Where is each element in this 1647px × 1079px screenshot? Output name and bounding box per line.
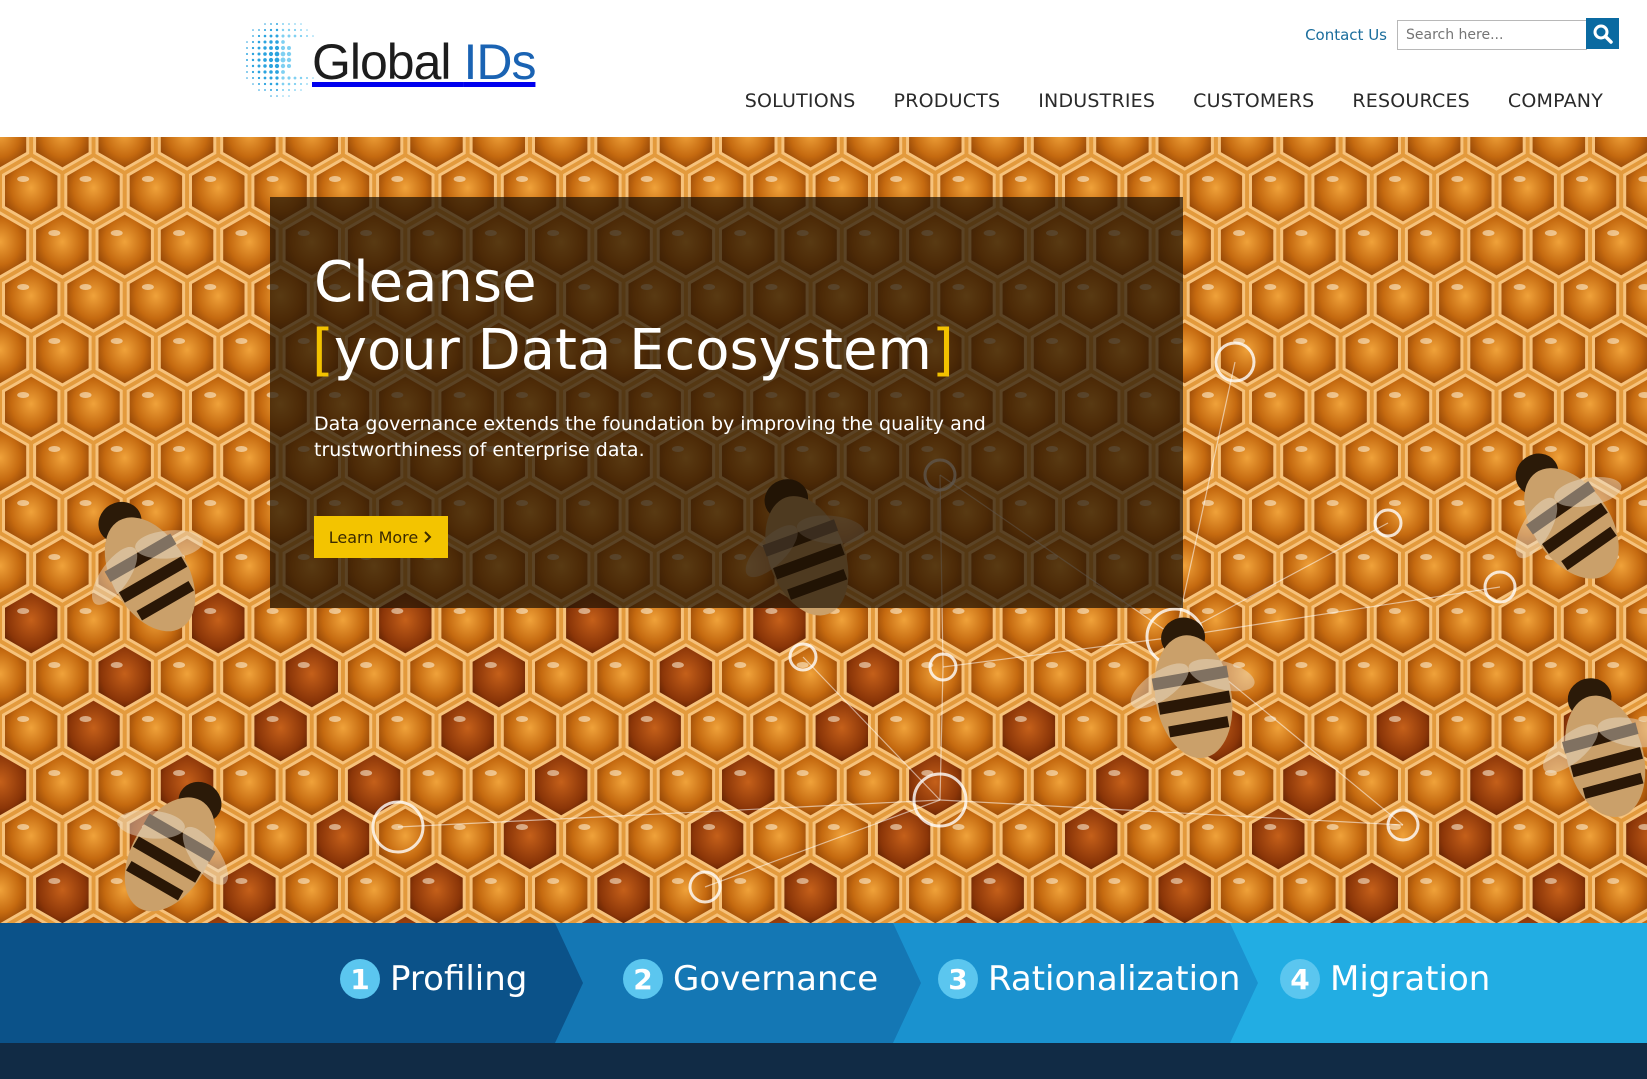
- nav-company[interactable]: COMPANY: [1508, 90, 1603, 112]
- step-number-badge: 1: [340, 959, 380, 999]
- process-steps-bar: 1 Profiling 2 Governance 3 Rationalizati…: [0, 923, 1647, 1043]
- logo[interactable]: Global IDs: [240, 8, 580, 108]
- step-rationalization[interactable]: 3 Rationalization: [938, 959, 1240, 999]
- hero-description: Data governance extends the foundation b…: [314, 413, 986, 461]
- nav-customers[interactable]: CUSTOMERS: [1193, 90, 1314, 112]
- search-button[interactable]: [1586, 18, 1619, 49]
- contact-us-link[interactable]: Contact Us: [1305, 26, 1387, 44]
- step-governance[interactable]: 2 Governance: [623, 959, 878, 999]
- step-label: Rationalization: [988, 959, 1241, 999]
- search-input[interactable]: [1397, 20, 1587, 50]
- globe-logo-icon: [246, 23, 314, 97]
- step-number-badge: 4: [1280, 959, 1320, 999]
- open-bracket: [: [312, 318, 334, 383]
- step-label: Migration: [1330, 959, 1491, 999]
- step-label: Profiling: [390, 959, 528, 999]
- nav-solutions[interactable]: SOLUTIONS: [745, 90, 856, 112]
- learn-more-button[interactable]: Learn More: [314, 516, 448, 558]
- step-number-badge: 3: [938, 959, 978, 999]
- search-icon: [1593, 24, 1613, 44]
- step-number-badge: 2: [623, 959, 663, 999]
- step-migration[interactable]: 4 Migration: [1280, 959, 1490, 999]
- logo-text: Global IDs: [312, 34, 536, 90]
- hero-banner: Cleanse [your Data Ecosystem] Data gover…: [0, 137, 1647, 923]
- step-profiling[interactable]: 1 Profiling: [340, 959, 527, 999]
- nav-products[interactable]: PRODUCTS: [894, 90, 1001, 112]
- nav-resources[interactable]: RESOURCES: [1352, 90, 1470, 112]
- close-bracket: ]: [931, 318, 954, 383]
- footer-band: [0, 1043, 1647, 1079]
- main-nav: SOLUTIONS PRODUCTS INDUSTRIES CUSTOMERS …: [745, 90, 1603, 112]
- step-label: Governance: [673, 959, 879, 999]
- chevron-right-icon: [424, 531, 432, 543]
- nav-industries[interactable]: INDUSTRIES: [1038, 90, 1155, 112]
- hero-subheading: [your Data Ecosystem]: [312, 318, 954, 383]
- hero-content-panel: Cleanse [your Data Ecosystem] Data gover…: [270, 197, 1183, 608]
- site-header: Global IDs Contact Us SOLUTIONS PRODUCTS…: [0, 0, 1647, 137]
- hero-heading: Cleanse: [314, 250, 537, 315]
